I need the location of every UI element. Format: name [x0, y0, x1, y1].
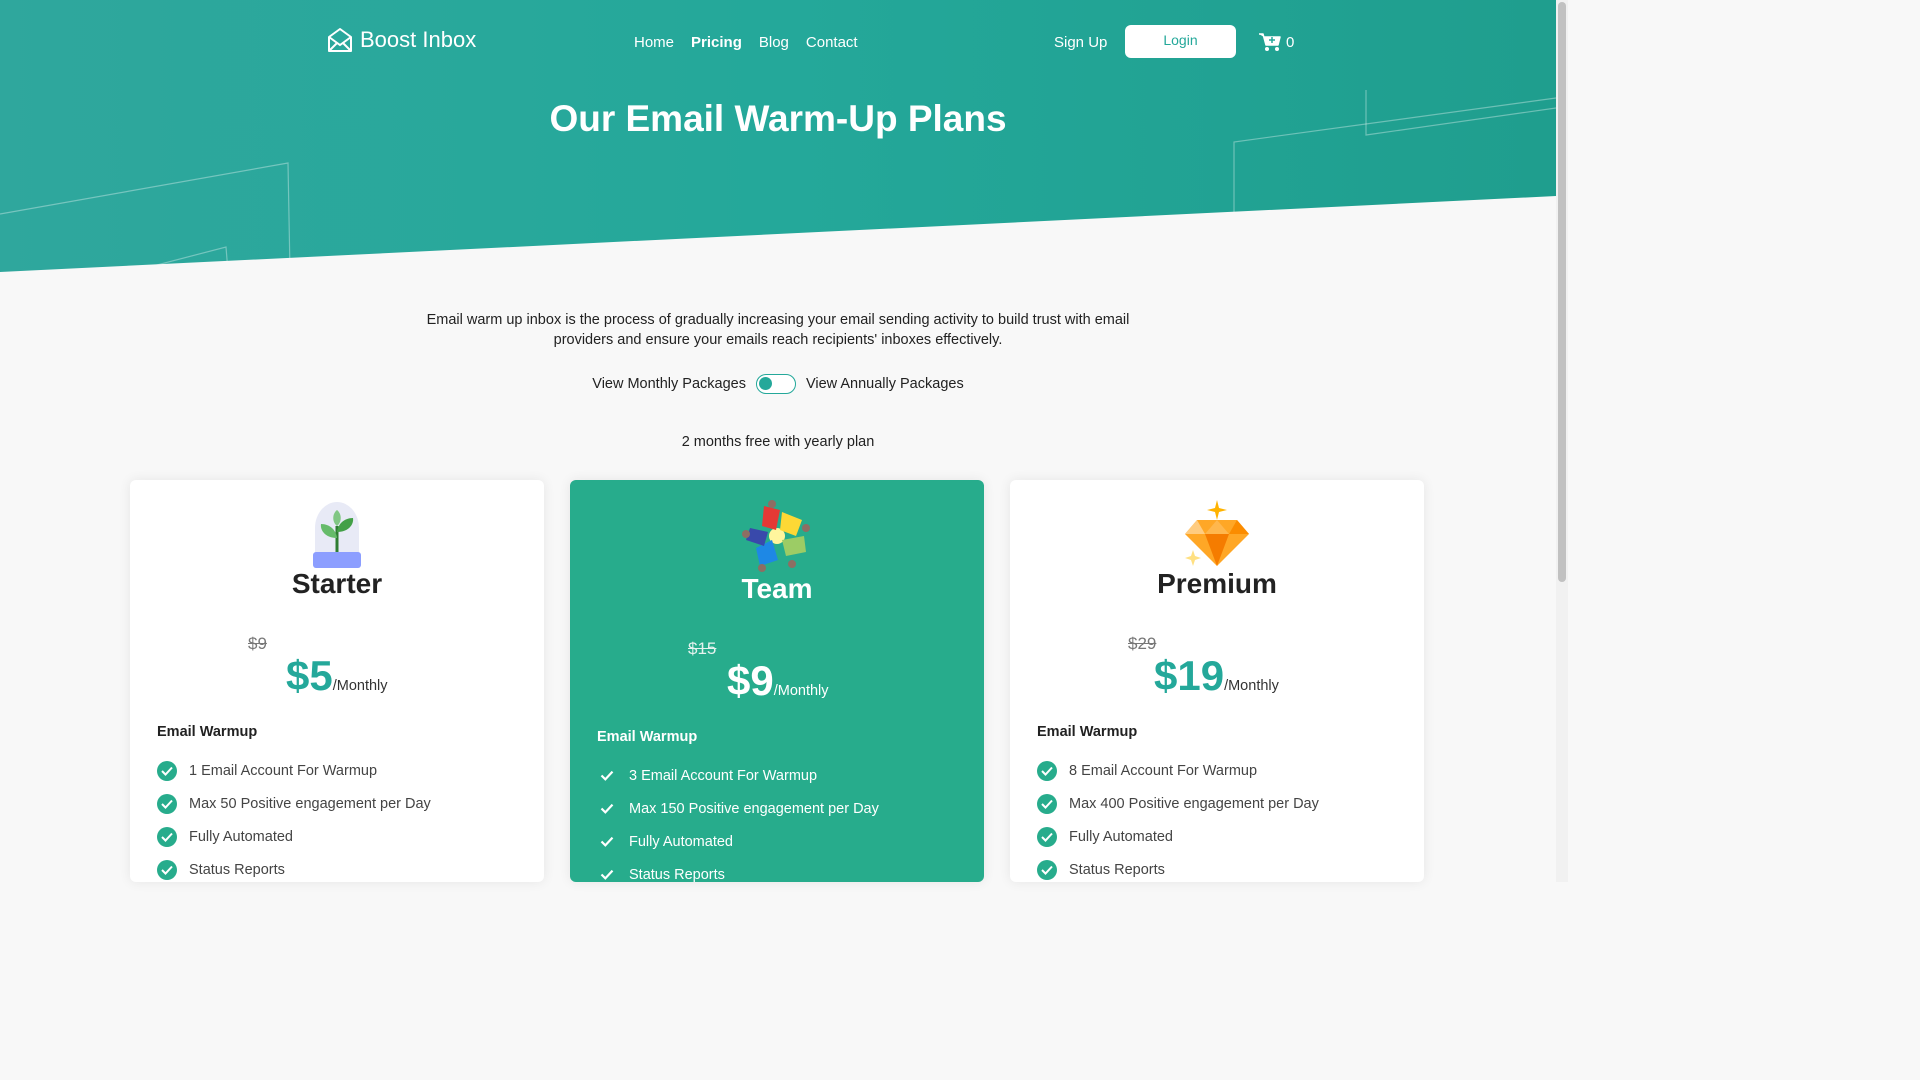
plan-name: Team — [741, 573, 813, 604]
feature-item: Status Reports — [157, 853, 431, 886]
top-navbar: Boost Inbox Home Pricing Blog Contact Si… — [0, 0, 1556, 88]
plant-icon — [130, 500, 544, 568]
feature-item: Fully Automated — [1037, 820, 1319, 853]
check-icon — [597, 766, 617, 786]
feature-text: Max 150 Positive engagement per Day — [629, 800, 879, 817]
features-heading: Email Warmup — [597, 729, 698, 745]
nav-link-blog[interactable]: Blog — [759, 34, 789, 51]
plan-period: /Monthly — [1224, 678, 1279, 694]
feature-text: Fully Automated — [189, 828, 293, 845]
plan-card-premium[interactable]: Premium $29 $19 /Monthly Email Warmup 8 … — [1010, 480, 1424, 882]
features-heading: Email Warmup — [157, 724, 258, 740]
check-icon — [1037, 760, 1057, 781]
feature-item: 8 Email Account For Warmup — [1037, 754, 1319, 787]
intro-description: Email warm up inbox is the process of gr… — [426, 312, 1130, 348]
page-title: Our Email Warm-Up Plans — [549, 98, 1007, 139]
check-icon — [1037, 793, 1057, 814]
plan-old-price: $15 — [688, 639, 717, 658]
check-icon — [1037, 859, 1057, 880]
cart-count: 0 — [1286, 33, 1295, 51]
plan-price: $19 — [1154, 652, 1225, 699]
check-icon — [157, 793, 177, 814]
check-icon — [157, 826, 177, 847]
plan-old-price: $9 — [248, 634, 267, 653]
plan-price-row: $9 /Monthly — [727, 657, 829, 705]
check-icon — [597, 865, 617, 885]
feature-list: 8 Email Account For Warmup Max 400 Posit… — [1037, 754, 1319, 886]
feature-item: 1 Email Account For Warmup — [157, 754, 431, 787]
plan-price-row: $5 /Monthly — [286, 652, 388, 700]
cart-button[interactable]: 0 — [1258, 32, 1294, 52]
nav-link-contact[interactable]: Contact — [806, 34, 858, 51]
plan-name: Starter — [291, 568, 383, 599]
toggle-monthly-label: View Monthly Packages — [592, 376, 746, 392]
plan-period: /Monthly — [773, 683, 829, 699]
toggle-knob — [758, 377, 772, 390]
team-puzzle-icon — [570, 500, 984, 572]
check-icon — [597, 799, 617, 819]
check-icon — [157, 760, 177, 781]
features-heading: Email Warmup — [1037, 724, 1138, 740]
toggle-annual-label: View Annually Packages — [805, 376, 964, 392]
feature-item: Max 400 Positive engagement per Day — [1037, 787, 1319, 820]
feature-text: Max 400 Positive engagement per Day — [1069, 795, 1319, 812]
feature-text: Fully Automated — [1069, 828, 1173, 845]
signup-link[interactable]: Sign Up — [1054, 34, 1107, 51]
nav-link-home[interactable]: Home — [634, 34, 674, 51]
feature-text: Max 50 Positive engagement per Day — [189, 795, 431, 812]
plan-card-starter[interactable]: Starter $9 $5 /Monthly Email Warmup 1 Em… — [130, 480, 544, 882]
feature-text: Status Reports — [629, 866, 725, 883]
plan-name: Premium — [1157, 568, 1277, 599]
feature-text: 3 Email Account For Warmup — [629, 767, 818, 784]
main-menu: Home Pricing Blog Contact — [634, 34, 858, 51]
feature-text: Status Reports — [189, 861, 285, 878]
check-icon — [1037, 826, 1057, 847]
plan-price-row: $19 /Monthly — [1154, 652, 1279, 700]
feature-item: Status Reports — [1037, 853, 1319, 886]
login-button[interactable]: Login — [1125, 25, 1236, 58]
cart-icon — [1259, 33, 1281, 51]
diamond-icon — [1010, 500, 1424, 568]
feature-text: Fully Automated — [629, 833, 733, 850]
feature-list: 1 Email Account For Warmup Max 50 Positi… — [157, 754, 431, 886]
feature-item: Max 150 Positive engagement per Day — [597, 792, 879, 825]
feature-item: Fully Automated — [597, 825, 879, 858]
plan-old-price: $29 — [1128, 634, 1157, 653]
feature-item: Status Reports — [597, 858, 879, 891]
feature-item: Max 50 Positive engagement per Day — [157, 787, 431, 820]
free-months-note: 2 months free with yearly plan — [681, 434, 875, 450]
brand-logo[interactable]: Boost Inbox — [326, 26, 476, 54]
feature-text: Status Reports — [1069, 861, 1165, 878]
scrollbar-thumb[interactable] — [1558, 2, 1566, 582]
plan-price: $5 — [286, 652, 333, 699]
feature-text: 1 Email Account For Warmup — [189, 762, 378, 779]
billing-toggle-row: View Monthly Packages View Annually Pack… — [0, 374, 1556, 394]
check-icon — [597, 832, 617, 852]
check-icon — [157, 859, 177, 880]
page-scrollbar[interactable] — [1556, 0, 1568, 882]
plan-price: $9 — [727, 657, 774, 704]
nav-link-pricing[interactable]: Pricing — [691, 34, 742, 51]
feature-item: Fully Automated — [157, 820, 431, 853]
feature-item: 3 Email Account For Warmup — [597, 759, 879, 792]
plan-card-team[interactable]: Team $15 $9 /Monthly Email Warmup 3 Emai… — [570, 480, 984, 883]
feature-text: 8 Email Account For Warmup — [1069, 762, 1258, 779]
feature-list: 3 Email Account For Warmup Max 150 Posit… — [597, 759, 879, 891]
plan-period: /Monthly — [332, 678, 388, 694]
brand-name: Boost Inbox — [360, 27, 477, 52]
envelope-icon — [328, 28, 352, 52]
billing-toggle[interactable] — [755, 374, 796, 394]
